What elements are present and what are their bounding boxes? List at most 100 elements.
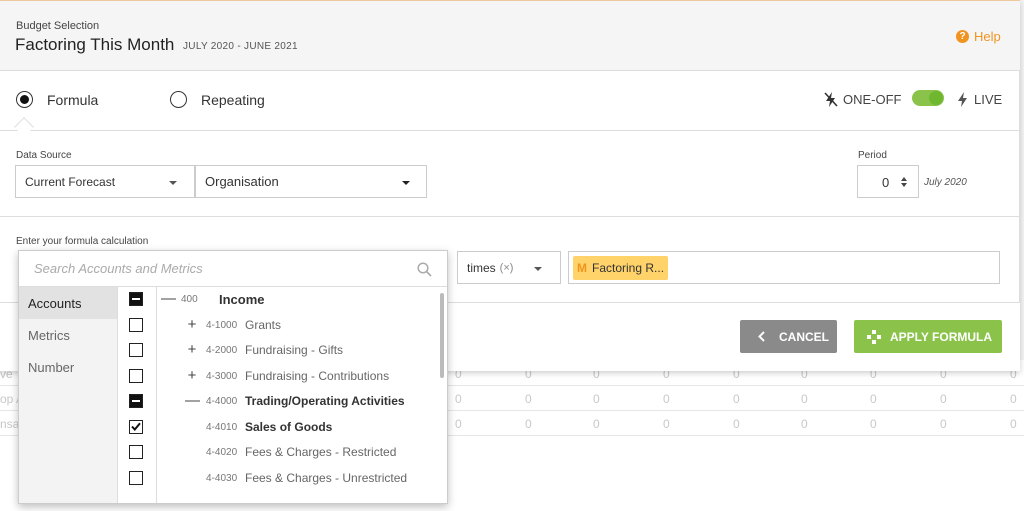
account-metric-picker: AccountsMetricsNumber — 400 Income +4-1000 G… — [18, 250, 448, 504]
tree-row[interactable]: +4-2000 Fundraising - Gifts — [119, 338, 439, 364]
account-code: 4-1000 — [206, 319, 238, 331]
picker-category-metrics[interactable]: Metrics — [19, 319, 117, 351]
tree-row[interactable]: +4-1000 Grants — [119, 313, 439, 339]
checkbox-unchecked-icon[interactable] — [129, 368, 143, 383]
metric-badge: M — [577, 261, 587, 275]
modal-subtitle: Budget Selection — [16, 20, 100, 32]
operator-clear[interactable]: (×) — [500, 262, 514, 274]
period-label: Period — [858, 150, 887, 161]
formula-radio[interactable]: Formula — [16, 91, 98, 108]
checkbox-checked-icon[interactable] — [129, 419, 143, 434]
help-icon: ? — [956, 30, 969, 43]
account-code: 4-4020 — [206, 447, 238, 458]
picker-category-number[interactable]: Number — [19, 351, 117, 383]
modal-header: Budget Selection Factoring This Month JU… — [0, 0, 1020, 71]
date-range: JULY 2020 - JUNE 2021 — [183, 41, 298, 52]
formula-radio-label: Formula — [47, 91, 99, 108]
repeating-radio[interactable]: Repeating — [170, 91, 265, 108]
lightning-icon — [958, 92, 967, 107]
search-input[interactable] — [19, 251, 409, 286]
expand-icon[interactable]: + — [185, 316, 199, 333]
tree-row[interactable]: +4-3000 Fundraising - Contributions — [119, 364, 439, 390]
account-name: Trading/Operating Activities — [245, 394, 405, 408]
help-label: Help — [974, 29, 1001, 44]
table-cell: 0 — [1010, 417, 1017, 431]
source-value: Current Forecast — [25, 174, 116, 189]
tree-row[interactable]: 4-4030 Fees & Charges - Unrestricted — [119, 466, 439, 492]
move-arrows-icon — [867, 329, 881, 344]
table-cell: 0 — [663, 392, 670, 406]
tree-row[interactable]: 4-4020 Fees & Charges - Restricted — [119, 440, 439, 466]
apply-label: APPLY FORMULA — [890, 329, 993, 344]
mode-row: Formula Repeating ONE-OFF LIVE — [0, 71, 1020, 131]
checkbox-partial-icon[interactable] — [129, 292, 143, 306]
live-option[interactable]: LIVE — [956, 91, 1002, 108]
oneoff-option[interactable]: ONE-OFF — [823, 91, 902, 108]
live-label: LIVE — [974, 92, 1003, 107]
stepper-arrows-icon[interactable] — [900, 176, 908, 188]
operator-value: times — [467, 260, 496, 275]
period-month: July 2020 — [924, 177, 967, 188]
cancel-button[interactable]: CANCEL — [740, 320, 837, 353]
radio-unselected-icon — [170, 91, 187, 108]
metric-chip-label: Factoring R... — [592, 261, 665, 275]
table-cell: 0 — [663, 417, 670, 431]
scope-value: Organisation — [205, 174, 279, 189]
picker-search — [19, 251, 447, 287]
checkbox-unchecked-icon[interactable] — [129, 317, 143, 332]
source-select[interactable]: Current Forecast — [15, 165, 195, 198]
metric-chip[interactable]: M Factoring R... — [573, 256, 669, 280]
scope-select[interactable]: Organisation — [195, 165, 427, 198]
table-cell: 0 — [455, 392, 462, 406]
table-cell: 0 — [733, 392, 740, 406]
checkbox-unchecked-icon[interactable] — [129, 445, 143, 459]
tree-row[interactable]: 4-4010 Sales of Goods — [119, 415, 439, 441]
oneoff-live-toggle[interactable] — [912, 90, 944, 106]
expand-icon[interactable]: + — [185, 367, 199, 384]
formula-label: Enter your formula calculation — [16, 236, 149, 247]
table-cell: 0 — [593, 392, 600, 406]
oneoff-label: ONE-OFF — [843, 92, 902, 107]
account-code: 4-2000 — [206, 345, 238, 356]
table-cell: 0 — [870, 417, 877, 431]
table-cell: 0 — [870, 392, 877, 406]
account-code: 4-3000 — [206, 370, 238, 382]
period-stepper[interactable]: 0 — [857, 165, 919, 198]
formula-input[interactable]: M Factoring R... — [568, 251, 1000, 284]
divider — [0, 216, 1020, 217]
search-icon[interactable] — [417, 262, 432, 277]
data-source-label: Data Source — [16, 150, 72, 161]
account-name: Fees & Charges - Restricted — [245, 445, 397, 459]
picker-category-accounts[interactable]: Accounts — [19, 287, 117, 319]
account-code: 400 — [181, 294, 198, 305]
chevron-down-icon — [402, 181, 410, 185]
chevron-down-icon — [169, 181, 177, 185]
collapse-icon[interactable]: — — [185, 392, 200, 409]
help-link[interactable]: ? Help — [956, 29, 1001, 44]
radio-selected-icon — [16, 91, 33, 108]
repeating-radio-label: Repeating — [201, 91, 265, 108]
tree-row[interactable]: — 4-4000 Trading/Operating Activities — [119, 389, 439, 415]
account-name: Sales of Goods — [245, 419, 333, 434]
table-cell: 0 — [455, 417, 462, 431]
table-cell: 0 — [801, 417, 808, 431]
checkbox-unchecked-icon[interactable] — [129, 343, 143, 357]
account-name: Income — [219, 292, 265, 307]
collapse-icon[interactable]: — — [161, 290, 176, 307]
account-name: Fees & Charges - Unrestricted — [245, 470, 408, 485]
period-value: 0 — [882, 175, 890, 190]
table-cell: 0 — [525, 392, 532, 406]
operator-select[interactable]: times (×) — [457, 251, 561, 284]
checkbox-unchecked-icon[interactable] — [129, 470, 143, 485]
table-cell: 0 — [525, 417, 532, 431]
tree-row[interactable]: — 400 Income — [119, 287, 439, 313]
cancel-label: CANCEL — [779, 329, 829, 344]
account-tree: — 400 Income +4-1000 Grants +4-2000 Fundraisin… — [119, 287, 439, 503]
table-cell: 0 — [593, 417, 600, 431]
chevron-left-icon — [758, 331, 765, 342]
checkbox-partial-icon[interactable] — [129, 394, 143, 408]
expand-icon[interactable]: + — [185, 341, 199, 358]
scrollbar[interactable] — [440, 293, 444, 378]
apply-formula-button[interactable]: APPLY FORMULA — [854, 320, 1002, 353]
picker-categories: Accounts Metrics Number — [19, 287, 118, 503]
